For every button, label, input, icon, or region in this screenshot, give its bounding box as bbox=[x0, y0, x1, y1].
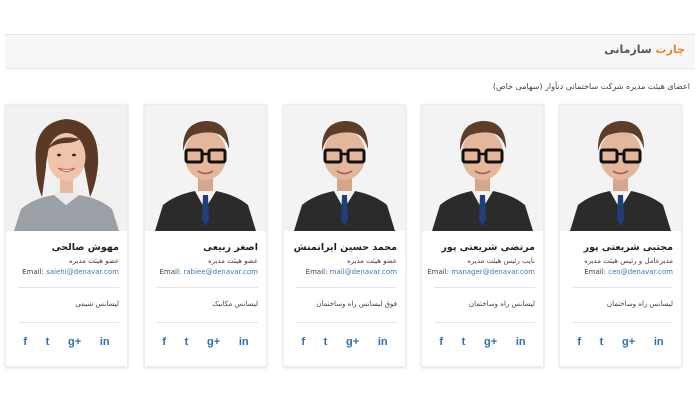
divider bbox=[434, 322, 535, 323]
divider bbox=[157, 322, 258, 323]
member-email: Email: salehi@denavar.com bbox=[22, 268, 119, 276]
board-subtitle: اعضای هیئت مدیره شرکت ساختمانی دنآوار (س… bbox=[492, 82, 690, 91]
googleplus-icon[interactable]: g+ bbox=[622, 334, 635, 350]
divider bbox=[296, 322, 397, 323]
divider bbox=[572, 322, 673, 323]
email-link[interactable]: salehi@denavar.com bbox=[46, 268, 119, 276]
member-card: مهوش صالحی عضو هیئت مدیره Email: salehi@… bbox=[5, 104, 128, 367]
email-label: Email: bbox=[305, 268, 328, 276]
email-link[interactable]: ceo@denavar.com bbox=[608, 268, 673, 276]
member-role: عضو هیئت مدیره bbox=[68, 257, 119, 265]
email-label: Email: bbox=[22, 268, 44, 276]
facebook-icon[interactable]: f bbox=[577, 334, 581, 350]
member-email: Email: mail@denavar.com bbox=[306, 268, 397, 276]
member-card: اصغر ربیعی عضو هیئت مدیره Email: rabiee@… bbox=[144, 104, 267, 367]
twitter-icon[interactable]: t bbox=[462, 334, 466, 350]
social-links: f t g+ in bbox=[560, 334, 681, 350]
member-photo bbox=[6, 105, 127, 231]
facebook-icon[interactable]: f bbox=[23, 334, 27, 350]
email-label: Email: bbox=[427, 268, 449, 276]
member-name: مرتضی شریعتی پور bbox=[441, 242, 535, 253]
linkedin-icon[interactable]: in bbox=[100, 334, 110, 350]
member-degree: لیسانس مکانیک bbox=[212, 300, 258, 308]
twitter-icon[interactable]: t bbox=[324, 334, 328, 350]
divider bbox=[157, 287, 258, 288]
twitter-icon[interactable]: t bbox=[600, 334, 604, 350]
email-link[interactable]: mail@denavar.com bbox=[330, 268, 397, 276]
googleplus-icon[interactable]: g+ bbox=[68, 334, 81, 350]
member-photo bbox=[422, 105, 543, 231]
facebook-icon[interactable]: f bbox=[162, 334, 166, 350]
linkedin-icon[interactable]: in bbox=[239, 334, 249, 350]
email-label: Email: bbox=[159, 268, 182, 276]
member-card: محمد حسین ایرانمنش عضو هیئت مدیره Email:… bbox=[283, 104, 406, 367]
member-role: عضو هیئت مدیره bbox=[207, 257, 258, 265]
member-email: Email: ceo@denavar.com bbox=[584, 268, 673, 276]
divider bbox=[296, 287, 397, 288]
member-name: مجتبی شریعتی پور bbox=[583, 242, 673, 253]
social-links: f t g+ in bbox=[422, 334, 543, 350]
member-role: مدیرعامل و رئیس هیئت مدیره bbox=[584, 257, 673, 265]
member-photo bbox=[145, 105, 266, 231]
member-role: عضو هیئت مدیره bbox=[346, 257, 397, 265]
page-title: چارت سازمانی bbox=[604, 43, 685, 56]
member-email: Email: manager@denavar.com bbox=[427, 268, 535, 276]
twitter-icon[interactable]: t bbox=[185, 334, 189, 350]
member-card: مرتضی شریعتی پور نایب رئیس هیئت مدیره Em… bbox=[421, 104, 544, 367]
page-title-text: سازمانی bbox=[604, 43, 652, 56]
email-label: Email: bbox=[584, 268, 606, 276]
googleplus-icon[interactable]: g+ bbox=[207, 334, 220, 350]
twitter-icon[interactable]: t bbox=[46, 334, 50, 350]
member-name: اصغر ربیعی bbox=[203, 242, 258, 253]
email-link[interactable]: rabiee@denavar.com bbox=[184, 268, 259, 276]
facebook-icon[interactable]: f bbox=[301, 334, 305, 350]
email-link[interactable]: manager@denavar.com bbox=[451, 268, 535, 276]
member-card: مجتبی شریعتی پور مدیرعامل و رئیس هیئت مد… bbox=[559, 104, 682, 367]
divider bbox=[572, 287, 673, 288]
member-role: نایب رئیس هیئت مدیره bbox=[467, 257, 535, 265]
linkedin-icon[interactable]: in bbox=[516, 334, 526, 350]
divider bbox=[18, 287, 119, 288]
member-degree: فوق لیسانس راه وساختمان bbox=[316, 300, 397, 308]
member-degree: لیسانس راه وساختمان bbox=[468, 300, 535, 308]
divider bbox=[434, 287, 535, 288]
googleplus-icon[interactable]: g+ bbox=[346, 334, 359, 350]
social-links: f t g+ in bbox=[6, 334, 127, 350]
member-degree: لیسانس شیمی bbox=[75, 300, 119, 308]
page-title-accent: چارت bbox=[655, 43, 685, 56]
googleplus-icon[interactable]: g+ bbox=[484, 334, 497, 350]
member-degree: لیسانس راه وساختمان bbox=[606, 300, 673, 308]
member-photo bbox=[284, 105, 405, 231]
linkedin-icon[interactable]: in bbox=[378, 334, 388, 350]
page-header: چارت سازمانی bbox=[5, 34, 695, 69]
member-name: مهوش صالحی bbox=[51, 242, 119, 253]
member-name: محمد حسین ایرانمنش bbox=[293, 242, 397, 253]
facebook-icon[interactable]: f bbox=[439, 334, 443, 350]
social-links: f t g+ in bbox=[284, 334, 405, 350]
linkedin-icon[interactable]: in bbox=[654, 334, 664, 350]
member-email: Email: rabiee@denavar.com bbox=[159, 268, 258, 276]
divider bbox=[18, 322, 119, 323]
social-links: f t g+ in bbox=[145, 334, 266, 350]
member-photo bbox=[560, 105, 681, 231]
